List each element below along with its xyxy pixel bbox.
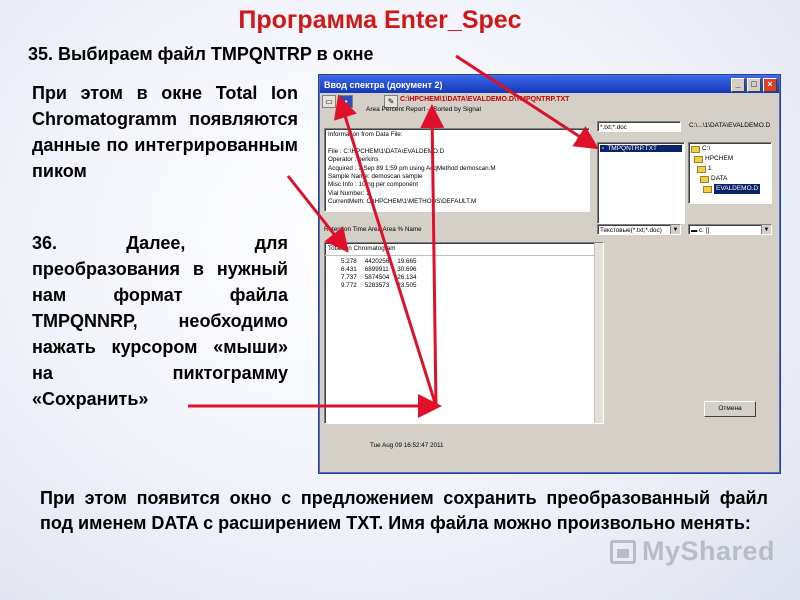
window-title: Ввод спектра (документ 2): [324, 79, 443, 90]
close-button[interactable]: ×: [763, 77, 777, 92]
logo-icon: [610, 539, 636, 564]
area-cell: 4420256: [364, 258, 390, 265]
tree-node[interactable]: DATA: [691, 174, 769, 184]
folder-icon: [691, 145, 700, 153]
area-pct-cell: 19.665: [397, 258, 417, 265]
info-line: CurrentMeth: C:\HPCHEM\1\METHODS\DEFAULT…: [328, 198, 477, 206]
step-35-text: 35. Выбираем файл TMPQNTRP в окне: [28, 44, 374, 64]
file-item-tmpqntrp[interactable]: ▫ TMPQNTRP.TXT: [600, 145, 682, 152]
folder-icon: [700, 175, 709, 183]
tree-node[interactable]: C:\: [691, 144, 769, 154]
file-item-label: TMPQNTRP.TXT: [607, 145, 658, 152]
table-row: 6.431 6899911 30.696: [337, 266, 421, 274]
minimize-button[interactable]: _: [731, 77, 745, 92]
info-line: File : C:\HPCHEM\1\DATA\EVALDEMO.D: [328, 147, 445, 155]
toolbar: ▭ ▪: [322, 95, 353, 108]
open-folder-icon[interactable]: ▭: [322, 95, 336, 108]
chevron-down-icon[interactable]: ▼: [761, 225, 771, 234]
chromatogram-panel[interactable]: Total Ion Chromatogram 5.278 4420256 19.…: [324, 242, 604, 424]
rt-cell: 7.737: [341, 274, 357, 281]
info-header: Information from Data File:: [328, 131, 403, 138]
info-line: Misc Info : 10.ng per component: [328, 181, 418, 189]
status-timestamp: Tue Aug 09 16:52:47 2011: [370, 442, 444, 449]
folder-icon: [703, 185, 712, 193]
file-type-value: Текстовые(*.txt;*.doc): [600, 227, 662, 234]
rt-cell: 5.278: [341, 258, 357, 265]
cancel-button[interactable]: Отмена: [704, 401, 756, 417]
chromatogram-caption: Total Ion Chromatogram: [325, 243, 603, 256]
table-row: 9.772 5283573 23.505: [337, 282, 421, 290]
table-row: 7.737 5874504 26.134: [337, 274, 421, 282]
vertical-scrollbar[interactable]: [594, 243, 603, 423]
file-icon: ▫: [602, 145, 605, 152]
watermark: MyShared: [610, 536, 775, 567]
directory-tree[interactable]: C:\ HPCHEM 1 DATA EVALDEMO.D: [688, 142, 772, 204]
tree-node[interactable]: HPCHEM: [691, 154, 769, 164]
watermark-text: MyShared: [642, 536, 776, 566]
save-icon[interactable]: ▪: [339, 95, 353, 108]
rt-cell: 6.431: [341, 266, 357, 273]
drive-select[interactable]: ▬ c: [] ▼: [688, 224, 772, 235]
directory-path: C:\...\1\DATA\EVALDEMO.D: [689, 122, 771, 129]
info-line: Sample Name: demoscan sample: [328, 173, 423, 181]
rt-cell: 9.772: [341, 282, 357, 289]
slide-title: Программа Enter_Spec: [238, 6, 522, 34]
drive-value: c: []: [699, 227, 710, 234]
info-line: Vial Number: 1: [328, 189, 370, 197]
area-pct-cell: 26.134: [397, 274, 417, 281]
area-cell: 6899911: [364, 266, 389, 273]
area-pct-cell: 30.696: [397, 266, 417, 273]
paragraph-total-ion: При этом в окне Total Ion Chromatogramm …: [32, 83, 298, 181]
chevron-down-icon[interactable]: ▼: [670, 225, 680, 234]
area-cell: 5874504: [364, 274, 390, 281]
tree-node-selected[interactable]: EVALDEMO.D: [691, 184, 769, 194]
info-panel: Information from Data File: File : C:\HP…: [324, 128, 590, 212]
drive-icon: ▬: [691, 227, 700, 234]
paragraph-save-dialog: При этом появится окно с предложением со…: [40, 488, 768, 533]
filename-filter-input[interactable]: *.txt;*.doc: [597, 121, 681, 132]
enter-spec-window: Ввод спектра (документ 2) _ □ × ▭ ▪ ✎ C:…: [319, 75, 780, 473]
peaks-table: 5.278 4420256 19.665 6.431 6899911 30.69…: [337, 258, 421, 290]
window-titlebar: Ввод спектра (документ 2) _ □ ×: [320, 76, 779, 93]
maximize-button[interactable]: □: [747, 77, 761, 92]
area-pct-cell: 23.505: [397, 282, 417, 289]
folder-icon: [697, 165, 706, 173]
columns-header: Retention Time Area Area % Name: [324, 226, 422, 233]
tree-node[interactable]: 1: [691, 164, 769, 174]
report-subtitle: Area Percent Report -- Sorted by Signal: [366, 106, 481, 113]
file-list[interactable]: ▫ TMPQNTRP.TXT: [597, 142, 685, 224]
file-path-label: C:\HPCHEM\1\DATA\EVALDEMO.D\TMPQNTRP.TXT: [400, 96, 570, 103]
info-line: Operator : perkins: [328, 156, 379, 164]
file-type-select[interactable]: Текстовые(*.txt;*.doc) ▼: [597, 224, 681, 235]
area-cell: 5283573: [364, 282, 390, 289]
folder-icon: [694, 155, 703, 163]
table-row: 5.278 4420256 19.665: [337, 258, 421, 266]
paragraph-step-36: 36. Далее, для преобразования в нужный н…: [32, 233, 288, 409]
info-line: Acquired : 7 Sep 89 1:59 pm using AcqMet…: [328, 164, 496, 172]
